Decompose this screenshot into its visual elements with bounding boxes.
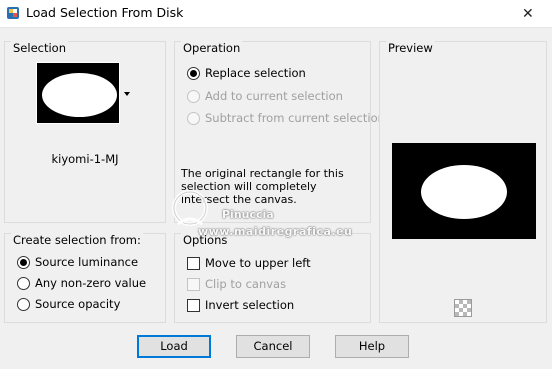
checkbox-label: Invert selection <box>205 298 295 312</box>
close-button[interactable]: ✕ <box>506 0 552 28</box>
checkbox-invert-selection[interactable]: Invert selection <box>187 297 294 313</box>
dropdown-arrow-icon[interactable] <box>123 91 131 97</box>
radio-replace-selection[interactable]: Replace selection <box>187 65 306 81</box>
create-selection-group-title: Create selection from: <box>11 233 143 247</box>
operation-group: Operation Replace selection Add to curre… <box>174 41 385 223</box>
selection-thumbnail-shape <box>42 73 117 117</box>
radio-label: Source luminance <box>35 255 139 269</box>
operation-group-title: Operation <box>181 41 243 55</box>
preview-shape <box>421 165 507 219</box>
checkerboard-icon[interactable] <box>454 299 472 317</box>
checkbox-indicator <box>187 298 200 312</box>
preview-canvas <box>392 143 536 239</box>
radio-source-opacity[interactable]: Source opacity <box>17 296 120 312</box>
radio-label: Source opacity <box>35 297 121 311</box>
radio-any-non-zero[interactable]: Any non-zero value <box>17 275 146 291</box>
radio-indicator <box>17 276 30 290</box>
title-bar: Load Selection From Disk ✕ <box>0 0 552 28</box>
window-title: Load Selection From Disk <box>26 5 184 20</box>
checkbox-move-to-upper-left[interactable]: Move to upper left <box>187 255 311 271</box>
operation-info-text: The original rectangle for this selectio… <box>181 167 344 206</box>
selection-thumbnail[interactable] <box>36 62 120 124</box>
checkbox-label: Clip to canvas <box>205 277 287 291</box>
close-icon: ✕ <box>522 6 534 22</box>
options-group: Options Move to upper left Clip to canva… <box>174 233 371 323</box>
radio-indicator <box>187 66 200 80</box>
radio-label: Any non-zero value <box>35 276 147 290</box>
radio-indicator <box>187 111 200 125</box>
radio-label: Subtract from current selection <box>205 111 385 125</box>
options-group-title: Options <box>181 233 230 247</box>
radio-add-to-selection[interactable]: Add to current selection <box>187 88 343 104</box>
radio-label: Replace selection <box>205 66 306 80</box>
radio-subtract-from-selection[interactable]: Subtract from current selection <box>187 110 385 126</box>
radio-label: Add to current selection <box>205 89 343 103</box>
checkbox-indicator <box>187 277 200 291</box>
preview-group-title: Preview <box>386 41 435 55</box>
help-button[interactable]: Help <box>335 335 409 358</box>
checkbox-label: Move to upper left <box>205 256 311 270</box>
radio-indicator <box>17 255 30 269</box>
checkbox-clip-to-canvas[interactable]: Clip to canvas <box>187 276 286 292</box>
radio-indicator <box>17 297 30 311</box>
checkbox-indicator <box>187 256 200 270</box>
load-button[interactable]: Load <box>137 335 211 358</box>
create-selection-group: Create selection from: Source luminance … <box>4 233 166 323</box>
cancel-button[interactable]: Cancel <box>236 335 310 358</box>
selection-name: kiyomi-1-MJ <box>51 152 119 166</box>
app-icon <box>7 7 19 19</box>
selection-group: Selection kiyomi-1-MJ <box>4 41 166 223</box>
selection-group-title: Selection <box>11 41 68 55</box>
radio-source-luminance[interactable]: Source luminance <box>17 254 138 270</box>
radio-indicator <box>187 89 200 103</box>
preview-group: Preview <box>379 41 547 323</box>
